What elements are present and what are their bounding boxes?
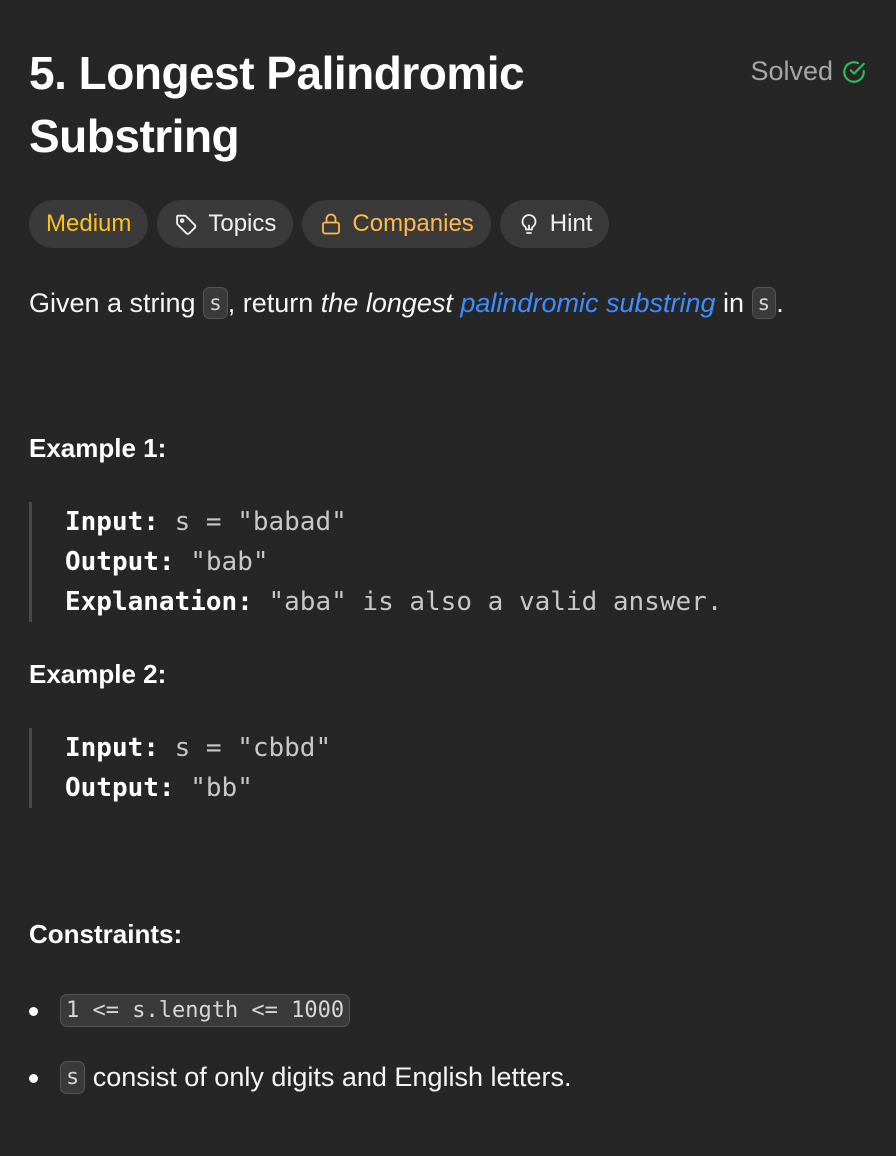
constraint-code: 1 <= s.length <= 1000 (60, 994, 351, 1027)
example-2-output: Output: "bb" (65, 768, 331, 808)
topics-label: Topics (208, 210, 277, 237)
example-1-block: Input: s = "babad" Output: "bab" Explanati… (29, 502, 722, 622)
problem-title: 5. Longest Palindromic Substring (29, 47, 525, 162)
input-label: Input: (65, 507, 159, 537)
tag-icon (174, 212, 199, 237)
hint-button[interactable]: Hint (499, 200, 610, 248)
explanation-label: Explanation: (65, 587, 253, 617)
input-value: s = "babad" (158, 507, 347, 537)
input-label: Input: (65, 733, 159, 763)
check-circle-icon (841, 59, 867, 85)
companies-label: Companies (352, 210, 474, 237)
example-1-output: Output: "bab" (65, 542, 722, 582)
companies-button[interactable]: Companies (302, 200, 491, 248)
explanation-value: "aba" is also a valid answer. (252, 587, 723, 617)
constraints-list: 1 <= s.length <= 1000 s consist of only … (29, 990, 869, 1098)
tag-row: Medium Topics Companies Hint (29, 200, 610, 248)
lightbulb-icon (517, 212, 541, 237)
constraint-item: 1 <= s.length <= 1000 (29, 990, 869, 1031)
example-2-input: Input: s = "cbbd" (65, 728, 331, 768)
example-2-heading: Example 2: (29, 659, 167, 689)
example-1-input: Input: s = "babad" (65, 502, 722, 542)
constraint-code: s (60, 1061, 86, 1094)
statement-text: in (715, 288, 752, 318)
output-label: Output: (65, 773, 175, 803)
constraint-text: consist of only digits and English lette… (85, 1062, 572, 1092)
statement-text: Given a string (29, 288, 204, 318)
output-label: Output: (65, 547, 175, 577)
statement-text: , return (227, 288, 321, 318)
topics-button[interactable]: Topics (157, 200, 294, 248)
difficulty-badge: Medium (29, 200, 149, 248)
constraints-heading: Constraints: (29, 919, 183, 949)
inline-code-s: s (203, 287, 228, 319)
output-value: "bb" (174, 773, 253, 803)
inline-code-s: s (751, 287, 777, 319)
statement-emphasis: the longest (320, 288, 461, 318)
example-1-heading: Example 1: (29, 433, 167, 463)
lock-icon (319, 212, 343, 236)
hint-label: Hint (549, 210, 593, 237)
input-value: s = "cbbd" (158, 733, 332, 763)
output-value: "bab" (174, 547, 269, 577)
problem-statement: Given a string s, return the longest pal… (29, 282, 869, 324)
statement-text: . (776, 288, 784, 318)
example-1-explanation: Explanation: "aba" is also a valid answe… (65, 582, 722, 622)
difficulty-label: Medium (46, 210, 132, 237)
solved-status: Solved (750, 56, 867, 87)
solved-label: Solved (750, 56, 833, 86)
example-2-block: Input: s = "cbbd" Output: "bb" (29, 728, 331, 808)
palindromic-substring-link[interactable]: palindromic substring (460, 288, 715, 318)
constraint-item: s consist of only digits and English let… (29, 1057, 869, 1098)
